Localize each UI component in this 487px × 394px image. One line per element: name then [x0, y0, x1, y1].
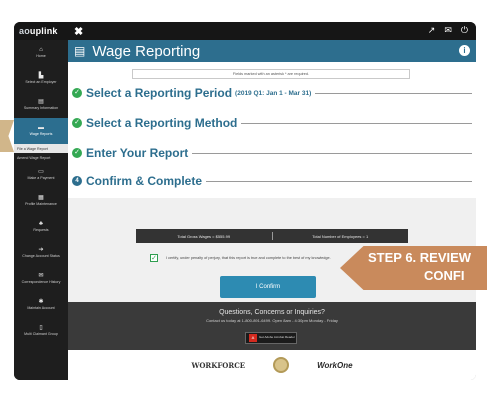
sidebar-subitem-file-wage-report[interactable]: File a Wage Report: [14, 144, 68, 153]
wage-icon: ▬: [38, 125, 44, 132]
sidebar: ⌂ Home ▙ Select an Employer ▤ Summary Infor…: [14, 40, 68, 380]
totals-bar: Total Gross Wages = $555.99 Total Number…: [136, 229, 408, 243]
divider: [315, 92, 472, 94]
certify-checkbox[interactable]: ✓: [150, 254, 158, 262]
sidebar-item-profile[interactable]: ▦ Profile Maintenance: [14, 188, 68, 214]
step-reporting-method[interactable]: ✓ Select a Reporting Method: [72, 116, 472, 130]
profile-icon: ▦: [38, 195, 44, 202]
arrow-right-icon: ➔: [38, 247, 44, 254]
main-content: ▤ Wage Reporting i Fields marked with an…: [68, 40, 476, 380]
check-circle-icon: ✓: [72, 148, 82, 158]
app-window: aouplink ✖ ↗ ✉ ⏻ ⌂ Home ▙ Select an Employ…: [14, 22, 476, 380]
sidebar-item-requests[interactable]: ♣ Requests: [14, 214, 68, 240]
page-title: Wage Reporting: [92, 42, 201, 60]
payment-icon: ▭: [38, 169, 44, 176]
footer-contact: Contact us today at 1-800-891-6499. Open…: [206, 318, 338, 323]
mail-icon[interactable]: ✉: [444, 25, 452, 36]
sidebar-item-account-status[interactable]: ➔ Change Account Status: [14, 240, 68, 266]
sidebar-item-wage-reports[interactable]: ▬ Wage Reports: [14, 118, 68, 144]
sidebar-item-maintain-account[interactable]: ✱ Maintain Account: [14, 292, 68, 318]
sidebar-item-select-employer[interactable]: ▙ Select an Employer: [14, 66, 68, 92]
step-confirm-complete: 4 Confirm & Complete: [72, 174, 472, 188]
top-bar: aouplink ✖ ↗ ✉ ⏻: [14, 22, 476, 40]
certify-text: I certify, under penalty of perjury, tha…: [166, 256, 331, 260]
close-icon[interactable]: ✖: [74, 25, 83, 38]
divider: [192, 152, 472, 154]
total-wages: Total Gross Wages = $555.99: [177, 233, 231, 239]
sidebar-item-home[interactable]: ⌂ Home: [14, 40, 68, 66]
page-header: ▤ Wage Reporting i: [68, 40, 476, 62]
state-seal-icon: [273, 357, 290, 373]
app-logo[interactable]: aouplink: [14, 26, 68, 36]
envelope-icon: ✉: [38, 273, 44, 280]
sidebar-item-correspondence[interactable]: ✉ Correspondence History: [14, 266, 68, 292]
divider: [206, 180, 472, 182]
step-enter-report[interactable]: ✓ Enter Your Report: [72, 146, 472, 160]
footer: Questions, Concerns or Inquiries? Contac…: [68, 302, 476, 350]
step-callout-banner: STEP 6. REVIEW CONFI: [340, 246, 487, 290]
left-edge-marker: [0, 120, 14, 152]
callout-line-2: CONFI: [424, 268, 465, 283]
sidebar-subitem-amend-wage-report[interactable]: Amend Wage Report: [14, 153, 68, 162]
sidebar-item-summary[interactable]: ▤ Summary Information: [14, 92, 68, 118]
workforce-logo: WORKFORCE: [191, 360, 246, 370]
certify-row: ✓ I certify, under penalty of perjury, t…: [150, 254, 331, 262]
adobe-reader-link[interactable]: A Get Adobe Acrobat Reader: [245, 332, 297, 344]
sidebar-item-make-payment[interactable]: ▭ Make a Payment: [14, 162, 68, 188]
sidebar-item-multi-claimant[interactable]: ▯ Multi Claimant Group: [14, 318, 68, 344]
page-frame: aouplink ✖ ↗ ✉ ⏻ ⌂ Home ▙ Select an Employ…: [0, 0, 487, 394]
wallet-icon: ▤: [74, 44, 86, 58]
home-icon: ⌂: [39, 47, 43, 54]
external-link-icon[interactable]: ↗: [428, 25, 436, 36]
confirm-button[interactable]: I Confirm: [220, 276, 316, 298]
top-icons: ↗ ✉ ⏻: [428, 25, 468, 36]
check-circle-icon: ✓: [72, 118, 82, 128]
required-notice: Fields marked with an asterisk * are req…: [132, 69, 410, 79]
partner-logos: WORKFORCE WorkOne: [68, 350, 476, 380]
power-icon[interactable]: ⏻: [461, 25, 468, 36]
footer-question: Questions, Concerns or Inquiries?: [219, 309, 325, 316]
total-employees: Total Number of Employees = 1: [312, 233, 369, 239]
group-icon: ▯: [39, 325, 43, 332]
account-icon: ✱: [38, 299, 44, 306]
divider: [241, 122, 472, 124]
building-icon: ▙: [38, 73, 44, 80]
summary-icon: ▤: [38, 99, 44, 106]
requests-icon: ♣: [39, 221, 43, 228]
info-icon[interactable]: i: [459, 45, 470, 56]
workone-logo: WorkOne: [317, 360, 353, 370]
check-circle-icon: ✓: [72, 88, 82, 98]
pdf-icon: A: [249, 334, 257, 342]
step-number-badge: 4: [72, 176, 82, 186]
callout-line-1: STEP 6. REVIEW: [368, 250, 472, 265]
step-reporting-period[interactable]: ✓ Select a Reporting Period (2019 Q1: Ja…: [72, 86, 472, 100]
